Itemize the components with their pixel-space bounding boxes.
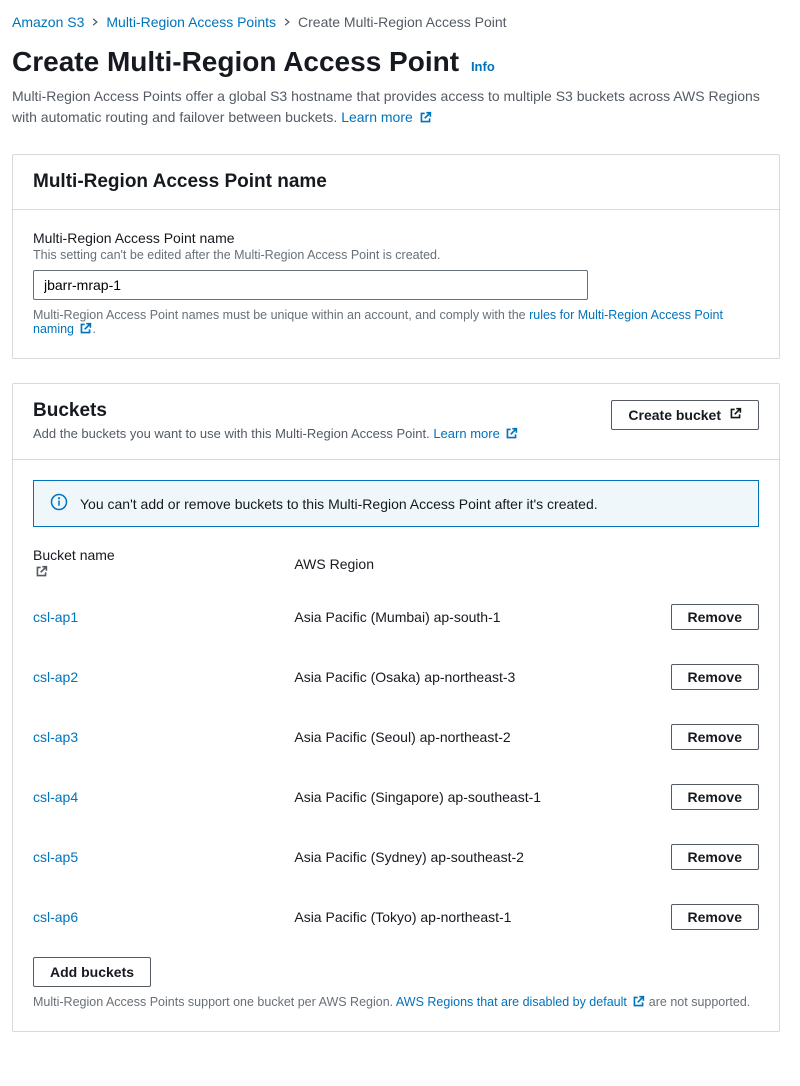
- page-title: Create Multi-Region Access Point: [12, 46, 459, 78]
- bucket-region: Asia Pacific (Seoul) ap-northeast-2: [294, 707, 613, 767]
- name-field-hint: This setting can't be edited after the M…: [33, 248, 759, 262]
- bucket-region: Asia Pacific (Tokyo) ap-northeast-1: [294, 887, 613, 947]
- bucket-name-link[interactable]: csl-ap5: [33, 849, 78, 865]
- table-row: csl-ap1 Asia Pacific (Mumbai) ap-south-1 R…: [33, 587, 759, 647]
- page-header: Create Multi-Region Access Point Info Mu…: [12, 46, 780, 130]
- buckets-panel-body: You can't add or remove buckets to this …: [13, 460, 779, 1031]
- breadcrumb-link-mrap[interactable]: Multi-Region Access Points: [106, 14, 276, 30]
- bucket-region: Asia Pacific (Singapore) ap-southeast-1: [294, 767, 613, 827]
- buckets-panel-subtitle: Add the buckets you want to use with thi…: [33, 426, 518, 443]
- table-row: csl-ap5 Asia Pacific (Sydney) ap-southeas…: [33, 827, 759, 887]
- bucket-name-link[interactable]: csl-ap1: [33, 609, 78, 625]
- name-panel: Multi-Region Access Point name Multi-Reg…: [12, 154, 780, 359]
- breadcrumb-current: Create Multi-Region Access Point: [298, 14, 507, 30]
- name-field-label: Multi-Region Access Point name: [33, 230, 759, 246]
- page-description: Multi-Region Access Points offer a globa…: [12, 86, 780, 130]
- remove-button[interactable]: Remove: [671, 664, 759, 690]
- breadcrumb: Amazon S3 Multi-Region Access Points Cre…: [12, 14, 780, 30]
- buckets-panel-header: Buckets Add the buckets you want to use …: [13, 384, 779, 460]
- remove-button[interactable]: Remove: [671, 904, 759, 930]
- info-alert-text: You can't add or remove buckets to this …: [80, 496, 598, 512]
- name-panel-header: Multi-Region Access Point name: [13, 155, 779, 210]
- external-link-icon: [79, 322, 92, 338]
- bucket-region: Asia Pacific (Mumbai) ap-south-1: [294, 587, 613, 647]
- external-link-icon: [505, 427, 518, 443]
- buckets-learn-more-link[interactable]: Learn more: [433, 426, 518, 441]
- external-link-icon: [632, 995, 645, 1011]
- buckets-footer-note: Multi-Region Access Points support one b…: [33, 995, 759, 1011]
- col-header-region: AWS Region: [294, 543, 613, 587]
- name-field-help: Multi-Region Access Point names must be …: [33, 308, 759, 338]
- external-link-icon: [729, 407, 742, 423]
- remove-button[interactable]: Remove: [671, 784, 759, 810]
- remove-button[interactable]: Remove: [671, 844, 759, 870]
- info-icon: [50, 493, 68, 514]
- buckets-panel-title: Buckets: [33, 400, 518, 422]
- create-bucket-button[interactable]: Create bucket: [611, 400, 759, 430]
- learn-more-link[interactable]: Learn more: [341, 109, 431, 125]
- bucket-region: Asia Pacific (Sydney) ap-southeast-2: [294, 827, 613, 887]
- chevron-right-icon: [282, 14, 292, 30]
- buckets-table: Bucket name AWS Region csl-ap1 Asia Pacif…: [33, 543, 759, 947]
- bucket-name-link[interactable]: csl-ap4: [33, 789, 78, 805]
- table-row: csl-ap2 Asia Pacific (Osaka) ap-northeast…: [33, 647, 759, 707]
- bucket-name-link[interactable]: csl-ap6: [33, 909, 78, 925]
- info-alert: You can't add or remove buckets to this …: [33, 480, 759, 527]
- col-header-action: [614, 543, 759, 587]
- disabled-regions-link[interactable]: AWS Regions that are disabled by default: [396, 995, 645, 1009]
- info-link[interactable]: Info: [471, 59, 495, 74]
- external-link-icon: [35, 565, 48, 581]
- external-link-icon: [419, 109, 432, 130]
- table-row: csl-ap6 Asia Pacific (Tokyo) ap-northeast…: [33, 887, 759, 947]
- name-panel-body: Multi-Region Access Point name This sett…: [13, 210, 779, 358]
- col-header-bucket-name: Bucket name: [33, 543, 294, 587]
- table-row: csl-ap3 Asia Pacific (Seoul) ap-northeast…: [33, 707, 759, 767]
- bucket-name-link[interactable]: csl-ap3: [33, 729, 78, 745]
- remove-button[interactable]: Remove: [671, 724, 759, 750]
- chevron-right-icon: [90, 14, 100, 30]
- name-panel-title: Multi-Region Access Point name: [33, 171, 327, 193]
- table-row: csl-ap4 Asia Pacific (Singapore) ap-south…: [33, 767, 759, 827]
- breadcrumb-link-s3[interactable]: Amazon S3: [12, 14, 84, 30]
- bucket-name-link[interactable]: csl-ap2: [33, 669, 78, 685]
- buckets-panel: Buckets Add the buckets you want to use …: [12, 383, 780, 1032]
- remove-button[interactable]: Remove: [671, 604, 759, 630]
- bucket-region: Asia Pacific (Osaka) ap-northeast-3: [294, 647, 613, 707]
- name-input[interactable]: [33, 270, 588, 300]
